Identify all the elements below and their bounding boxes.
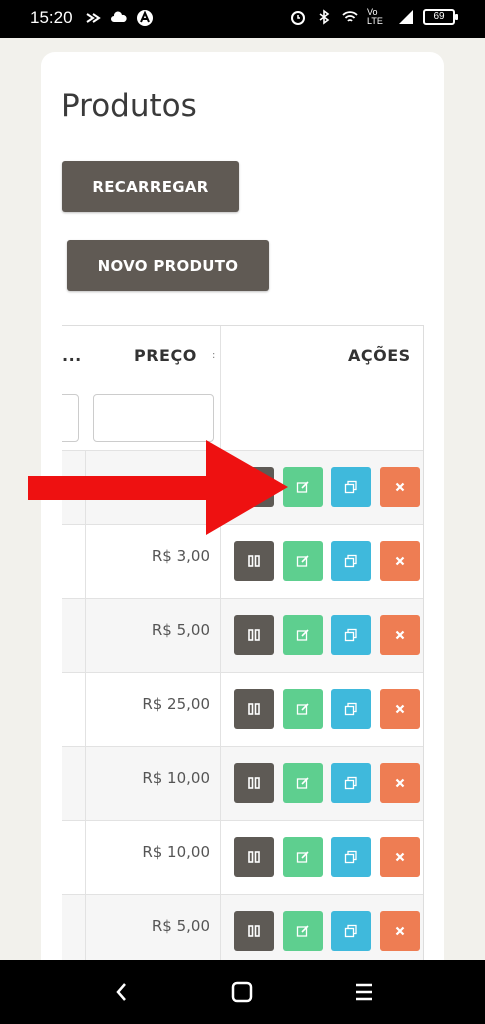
edit-button[interactable]: [283, 541, 323, 581]
pause-icon: [247, 850, 261, 864]
navigation-bar: [0, 960, 485, 1024]
table-row: R$ 10,00: [62, 821, 423, 895]
pause-icon: [247, 924, 261, 938]
delete-button[interactable]: [380, 541, 420, 581]
signal-icon: [399, 10, 413, 24]
table-row: R$ 3,00: [62, 525, 423, 599]
copy-button[interactable]: [331, 615, 371, 655]
products-table: ... PREÇO : AÇÕES R$ 3,00 R$ 5,00 R$ 25,00…: [62, 325, 424, 965]
delete-button[interactable]: [380, 837, 420, 877]
battery-indicator: 69: [423, 9, 458, 25]
price-cell: R$ 10,00: [142, 769, 210, 787]
pause-icon: [247, 702, 261, 716]
edit-icon: [296, 702, 310, 716]
pause-button[interactable]: [234, 763, 274, 803]
copy-icon: [344, 628, 358, 642]
copy-icon: [344, 480, 358, 494]
column-divider: [220, 326, 221, 965]
copy-icon: [344, 850, 358, 864]
edit-icon: [296, 480, 310, 494]
reload-button[interactable]: RECARREGAR: [62, 161, 239, 212]
delete-icon: [394, 851, 406, 863]
edit-button[interactable]: [283, 615, 323, 655]
edit-icon: [296, 628, 310, 642]
delete-button[interactable]: [380, 911, 420, 951]
copy-icon: [344, 702, 358, 716]
edit-button[interactable]: [283, 763, 323, 803]
price-cell: R$ 25,00: [142, 695, 210, 713]
sort-handle[interactable]: :: [212, 350, 215, 361]
delete-icon: [394, 777, 406, 789]
truncated-column-header[interactable]: ...: [62, 346, 82, 365]
price-cell: R$ 5,00: [151, 621, 210, 639]
copy-button[interactable]: [331, 467, 371, 507]
copy-icon: [344, 776, 358, 790]
price-cell: R$ 10,00: [142, 843, 210, 861]
menu-icon[interactable]: [350, 978, 378, 1006]
pause-icon: [247, 554, 261, 568]
nfc-like-icon: [86, 13, 101, 23]
copy-button[interactable]: [331, 541, 371, 581]
copy-button[interactable]: [331, 689, 371, 729]
pause-icon: [247, 776, 261, 790]
delete-button[interactable]: [380, 615, 420, 655]
delete-icon: [394, 703, 406, 715]
edit-icon: [296, 776, 310, 790]
delete-button[interactable]: [380, 467, 420, 507]
edit-button[interactable]: [283, 689, 323, 729]
table-row: R$ 5,00: [62, 599, 423, 673]
table-row: R$ 25,00: [62, 673, 423, 747]
pause-button[interactable]: [234, 615, 274, 655]
pause-button[interactable]: [234, 689, 274, 729]
wifi-icon: [342, 11, 358, 22]
delete-button[interactable]: [380, 689, 420, 729]
pause-button[interactable]: [234, 911, 274, 951]
pause-button[interactable]: [234, 541, 274, 581]
delete-icon: [394, 629, 406, 641]
edit-button[interactable]: [283, 911, 323, 951]
red-arrow-annotation: [28, 440, 288, 535]
actions-column-header: AÇÕES: [348, 346, 411, 365]
copy-button[interactable]: [331, 837, 371, 877]
copy-button[interactable]: [331, 911, 371, 951]
edit-icon: [296, 554, 310, 568]
table-row: R$ 10,00: [62, 747, 423, 821]
edit-button[interactable]: [283, 467, 323, 507]
price-column-header[interactable]: PREÇO: [134, 346, 197, 365]
clock: 15:20: [30, 8, 73, 27]
delete-icon: [394, 481, 406, 493]
status-bar: 15:20 Vo LTE 69: [0, 0, 485, 38]
price-cell: R$ 3,00: [151, 547, 210, 565]
back-icon[interactable]: [108, 978, 136, 1006]
volte-label: Vo LTE: [367, 7, 383, 26]
price-cell: R$ 5,00: [151, 917, 210, 935]
filter-input-first[interactable]: [62, 394, 79, 442]
page-title: Produtos: [61, 88, 197, 124]
delete-icon: [394, 925, 406, 937]
edit-button[interactable]: [283, 837, 323, 877]
pause-button[interactable]: [234, 837, 274, 877]
cloud-icon: [111, 11, 127, 22]
copy-icon: [344, 924, 358, 938]
delete-button[interactable]: [380, 763, 420, 803]
new-product-button[interactable]: NOVO PRODUTO: [67, 240, 269, 291]
home-icon[interactable]: [228, 978, 256, 1006]
price-filter-input[interactable]: [93, 394, 214, 442]
copy-icon: [344, 554, 358, 568]
edit-icon: [296, 924, 310, 938]
bluetooth-icon: [319, 9, 330, 25]
edit-icon: [296, 850, 310, 864]
app-icon: [137, 10, 153, 26]
table-row: R$ 5,00: [62, 895, 423, 965]
pause-icon: [247, 628, 261, 642]
copy-button[interactable]: [331, 763, 371, 803]
alarm-icon: [291, 11, 305, 25]
delete-icon: [394, 555, 406, 567]
